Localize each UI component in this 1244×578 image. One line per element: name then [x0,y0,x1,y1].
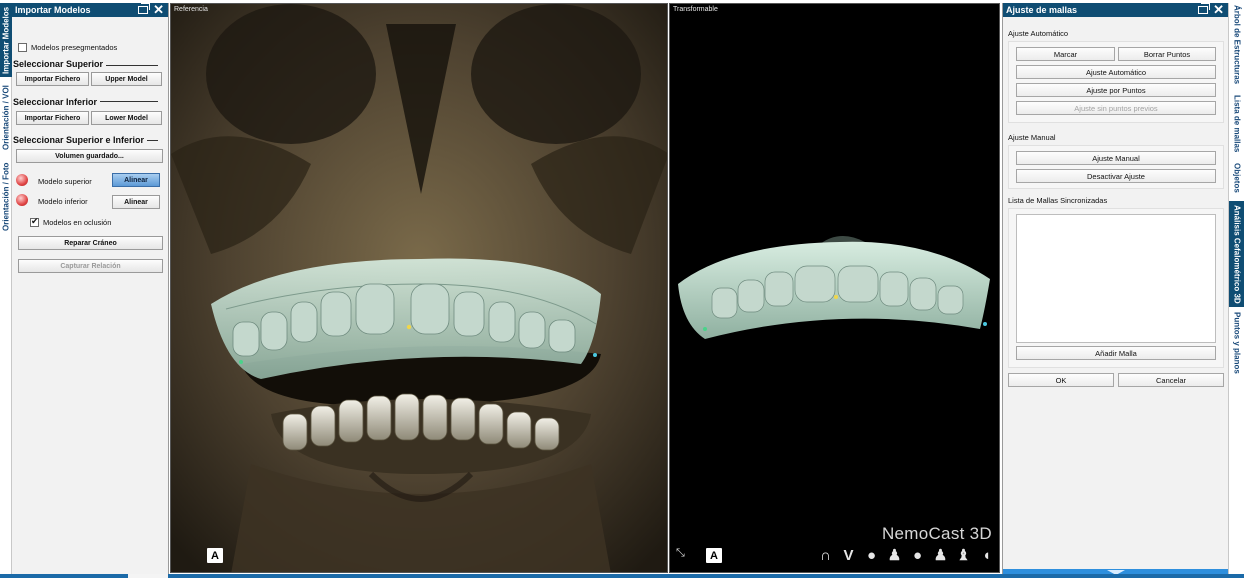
restore-icon[interactable] [138,3,151,14]
panel-title: Ajuste de mallas [1006,5,1078,15]
occlusion-label: Modelos en oclusión [43,218,112,227]
section-divider [106,65,158,66]
transformable-label: Transformable [673,6,718,13]
upper-status-dot [16,174,28,186]
head-left-icon[interactable]: ● [909,547,926,564]
tab-arbol-estructuras[interactable]: Árbol de Estructuras [1229,3,1244,87]
restore-icon[interactable] [1198,3,1211,14]
collapse-arrows-icon[interactable]: ⤡ [676,547,685,560]
lower-model-label: Modelo inferior [38,197,88,206]
upper-arch-icon[interactable]: ∩ [817,547,834,564]
panel-title: Importar Modelos [15,5,91,15]
delete-points-button[interactable]: Borrar Puntos [1118,47,1216,61]
deactivate-adjust-button[interactable]: Desactivar Ajuste [1016,169,1216,183]
no-prev-points-button[interactable]: Ajuste sin puntos previos [1016,101,1216,115]
orientation-badge[interactable]: A [207,548,223,563]
close-icon[interactable]: ✕ [1213,3,1224,17]
lower-status-dot [16,194,28,206]
lower-import-button[interactable]: Importar Fichero [16,111,89,125]
right-tab-strip: Árbol de Estructuras Lista de mallas Obj… [1228,3,1244,578]
mark-button[interactable]: Marcar [1016,47,1115,61]
head-reset-icon[interactable]: ◖ [978,547,995,564]
brand-watermark: NemoCast 3D [881,524,992,543]
tab-objetos[interactable]: Objetos [1229,160,1244,196]
taskbar [0,574,1244,578]
reference-label: Referencia [174,6,208,13]
bust-icon[interactable]: ♟ [886,547,903,564]
import-models-panel: Importar Modelos ✕ Modelos presegmentado… [12,3,169,575]
presegmented-checkbox[interactable] [18,43,27,52]
view-toolbar: ∩ V ● ♟ ● ♟ ♝ ◖ [817,547,995,564]
taskbar-item[interactable] [128,574,168,578]
tab-orientacion-foto[interactable]: Orientación / Foto [0,159,12,235]
panel-title-bar: Importar Modelos ✕ [12,3,168,17]
upper-section-title: Seleccionar Superior [13,59,104,69]
capture-relation-button[interactable]: Capturar Relación [18,259,163,273]
sync-list-label: Lista de Mallas Sincronizadas [1008,196,1108,205]
panel-title-bar: Ajuste de mallas ✕ [1003,3,1228,17]
manual-section-label: Ajuste Manual [1008,133,1056,142]
mesh-render [678,235,990,339]
transformable-viewport[interactable]: Transformable A ⤡ NemoCast 3D ∩ V ● ♟ ● … [669,3,1000,573]
upper-import-button[interactable]: Importar Fichero [16,72,89,86]
head-right-icon[interactable]: ● [863,547,880,564]
section-divider [147,140,158,141]
lower-arch-icon[interactable]: V [840,547,857,564]
occlusion-checkbox[interactable] [30,216,39,227]
orientation-badge[interactable]: A [706,548,722,563]
tab-analisis-cefalometrico[interactable]: Análisis Cefalométrico 3D [1229,201,1244,307]
add-mesh-button[interactable]: Añadir Malla [1016,346,1216,360]
lower-section-title: Seleccionar Inferior [13,97,98,107]
upper-model-label: Modelo superior [38,177,92,186]
repair-skull-button[interactable]: Reparar Cráneo [18,236,163,250]
upper-model-button[interactable]: Upper Model [91,72,162,86]
tab-puntos-planos[interactable]: Puntos y planos [1229,310,1244,376]
cancel-button[interactable]: Cancelar [1118,373,1224,387]
presegmented-label: Modelos presegmentados [31,43,118,52]
bust-back-icon[interactable]: ♝ [955,547,972,564]
auto-adjust-button[interactable]: Ajuste Automático [1016,65,1216,79]
bust-front-icon[interactable]: ♟ [932,547,949,564]
align-lower-button[interactable]: Alinear [112,195,160,209]
manual-adjust-button[interactable]: Ajuste Manual [1016,151,1216,165]
app-window: Importar Modelos Orientación / VOI Orien… [0,0,1244,578]
points-adjust-button[interactable]: Ajuste por Puntos [1016,83,1216,97]
section-divider [100,101,158,102]
saved-volume-button[interactable]: Volumen guardado... [16,149,163,163]
auto-section-label: Ajuste Automático [1008,29,1069,38]
close-icon[interactable]: ✕ [153,3,164,17]
align-upper-button[interactable]: Alinear [112,173,160,187]
left-tab-strip: Importar Modelos Orientación / VOI Orien… [0,3,12,578]
lower-model-button[interactable]: Lower Model [91,111,162,125]
skull-render [171,4,667,572]
tab-lista-mallas[interactable]: Lista de mallas [1229,91,1244,157]
ok-button[interactable]: OK [1008,373,1114,387]
tab-orientacion-voi[interactable]: Orientación / VOI [0,81,12,155]
tab-importar-modelos[interactable]: Importar Modelos [0,3,12,77]
mesh-adjust-panel: Ajuste de mallas ✕ Ajuste Automático Mar… [1002,3,1229,575]
both-section-title: Seleccionar Superior e Inferior [13,135,145,145]
reference-viewport[interactable]: Referencia A [170,3,668,573]
synced-meshes-list[interactable] [1016,214,1216,343]
